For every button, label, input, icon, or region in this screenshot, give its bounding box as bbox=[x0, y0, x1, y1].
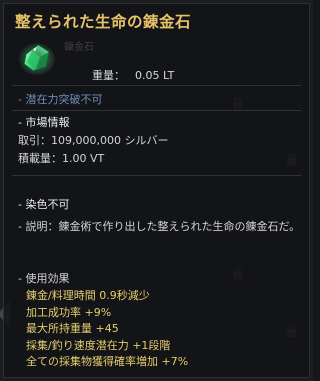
dye-note: - 染色不可 bbox=[18, 198, 70, 211]
weight-row: 重量： 0.05 LT bbox=[92, 67, 174, 83]
trade-price: 取引：109,000,000 シルバー bbox=[18, 134, 169, 147]
effects-header: - 使用効果 bbox=[18, 272, 70, 285]
weight-value: 0.05 LT bbox=[135, 69, 175, 82]
effect-item: 採集/釣り速度潜在力 +1段階 bbox=[26, 338, 171, 352]
screen: 🔒 🔒 🔒 🔒 整えられた生命の錬金石 bbox=[0, 0, 313, 381]
item-tooltip: 整えられた生命の錬金石 錬金石 重量： 0.05 LT - 潜在力突破不可 - … bbox=[3, 3, 310, 378]
divider bbox=[12, 110, 301, 111]
effect-item: 加工成功率 +9% bbox=[26, 305, 112, 319]
item-title: 整えられた生命の錬金石 bbox=[15, 13, 192, 31]
awaken-note: - 潜在力突破不可 bbox=[18, 93, 103, 106]
divider bbox=[12, 175, 301, 176]
market-header: - 市場情報 bbox=[18, 116, 70, 129]
green-gem-icon bbox=[18, 40, 56, 76]
effects-list: 錬金/料理時間 0.9秒減少 加工成功率 +9% 最大所持重量 +45 採集/釣… bbox=[26, 288, 188, 371]
effect-item: 全ての採集物獲得確率増加 +7% bbox=[26, 355, 189, 368]
ghost-caption: 錬金石 bbox=[64, 42, 94, 53]
weight-label: 重量： bbox=[92, 69, 125, 82]
capacity-value: 積載量：1.00 VT bbox=[18, 152, 105, 165]
divider bbox=[12, 85, 301, 86]
effect-item: 最大所持重量 +45 bbox=[26, 322, 119, 335]
effect-item: 錬金/料理時間 0.9秒減少 bbox=[26, 289, 150, 302]
item-description: - 説明：錬金術で作り出した整えられた生命の錬金石だ。 bbox=[18, 220, 301, 233]
